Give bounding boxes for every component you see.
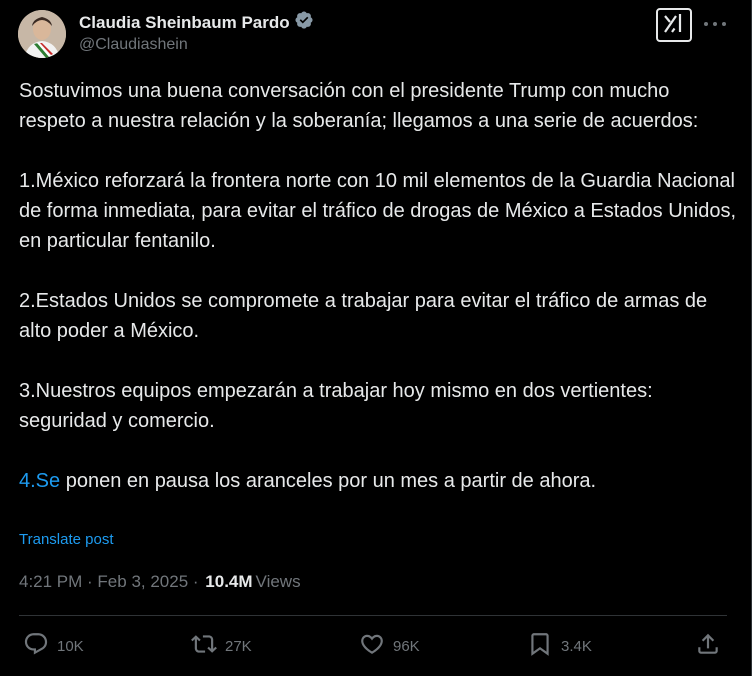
share-button[interactable] — [695, 630, 721, 662]
more-dot — [704, 22, 708, 26]
views-label: Views — [255, 572, 301, 591]
author-row: Claudia Sheinbaum Pardo — [79, 10, 314, 35]
post-meta: 4:21 PM · Feb 3, 2025 · 10.4M Views — [19, 572, 301, 592]
post-text: Sostuvimos una buena conversación con el… — [19, 76, 739, 496]
meta-separator: · — [82, 572, 98, 591]
post-link[interactable]: 4.Se — [19, 470, 60, 492]
more-dot — [713, 22, 717, 26]
post-paragraph: 4.Se ponen en pausa los aranceles por un… — [19, 466, 739, 496]
post-time[interactable]: 4:21 PM — [19, 572, 82, 592]
repost-icon — [191, 631, 217, 661]
post-paragraph: 3.Nuestros equipos empezarán a trabajar … — [19, 380, 653, 432]
more-dot — [722, 22, 726, 26]
grok-button[interactable] — [656, 8, 692, 42]
action-bar: 10K 27K 96K 3.4K — [19, 630, 727, 662]
repost-count: 27K — [225, 637, 252, 655]
post-card: Claudia Sheinbaum Pardo @Claudiashein So… — [0, 0, 752, 676]
post-paragraph: Sostuvimos una buena conversación con el… — [19, 80, 699, 132]
reply-count: 10K — [57, 637, 84, 655]
grok-icon — [662, 12, 686, 39]
repost-button[interactable]: 27K — [191, 630, 252, 662]
post-paragraph: 2.Estados Unidos se compromete a trabaja… — [19, 290, 708, 342]
views-count: 10.4M — [205, 572, 253, 591]
post-date[interactable]: Feb 3, 2025 — [97, 572, 188, 592]
bookmark-icon — [527, 631, 553, 661]
bookmark-button[interactable]: 3.4K — [527, 630, 592, 662]
heart-icon — [359, 631, 385, 661]
like-button[interactable]: 96K — [359, 630, 420, 662]
divider — [19, 615, 727, 616]
author-handle[interactable]: @Claudiashein — [79, 36, 188, 54]
share-icon — [695, 631, 721, 661]
more-button[interactable] — [704, 14, 726, 34]
post-paragraph-rest: ponen en pausa los aranceles por un mes … — [60, 470, 597, 492]
verified-badge-icon[interactable] — [294, 10, 314, 35]
avatar[interactable] — [18, 10, 66, 58]
post-paragraph: 1.México reforzará la frontera norte con… — [19, 170, 737, 252]
reply-icon — [23, 631, 49, 661]
translate-post-link[interactable]: Translate post — [19, 531, 114, 548]
meta-separator: · — [188, 572, 204, 591]
reply-button[interactable]: 10K — [23, 630, 84, 662]
bookmark-count: 3.4K — [561, 637, 592, 655]
author-name[interactable]: Claudia Sheinbaum Pardo — [79, 13, 290, 33]
like-count: 96K — [393, 637, 420, 655]
